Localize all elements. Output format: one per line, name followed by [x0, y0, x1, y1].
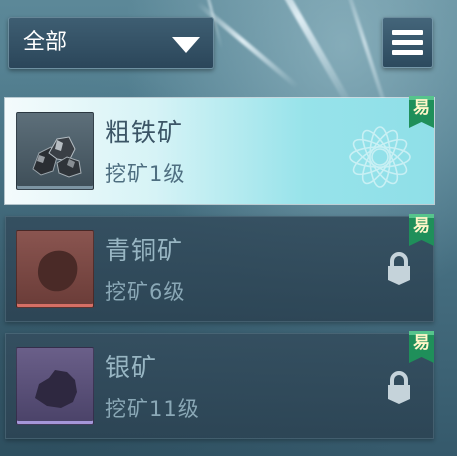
light-streak: [252, 0, 355, 110]
filter-dropdown-label: 全部: [23, 30, 68, 55]
difficulty-badge: 易: [409, 96, 434, 128]
difficulty-badge: 易: [409, 214, 434, 246]
ore-requirement: 挖矿1级: [105, 162, 186, 186]
difficulty-badge-label: 易: [413, 98, 430, 118]
chevron-down-icon: [172, 37, 200, 53]
difficulty-badge: 易: [409, 331, 434, 363]
silver-ore-silhouette-icon: [16, 347, 94, 425]
ore-name: 银矿: [105, 353, 158, 382]
ore-requirement: 挖矿11级: [105, 397, 200, 421]
ore-list-item-bronze[interactable]: 青铜矿 挖矿6级 易: [5, 214, 434, 322]
game-screen: 全部 粗铁矿 挖矿1级 易 青铜矿 挖矿6级 易 银矿 挖矿11级 易: [0, 0, 457, 456]
difficulty-badge-label: 易: [413, 216, 430, 236]
ore-list-item-iron[interactable]: 粗铁矿 挖矿1级 易: [5, 96, 434, 204]
filter-dropdown[interactable]: 全部: [8, 17, 214, 69]
lock-icon: [388, 252, 410, 285]
hamburger-menu-icon: [392, 30, 423, 56]
lock-icon: [388, 371, 410, 404]
ore-list-item-silver[interactable]: 银矿 挖矿11级 易: [5, 331, 434, 439]
difficulty-badge-label: 易: [413, 333, 430, 353]
ore-name: 粗铁矿: [105, 118, 184, 147]
bronze-ore-silhouette-icon: [16, 230, 94, 308]
ore-requirement: 挖矿6级: [105, 280, 186, 304]
menu-button[interactable]: [382, 17, 433, 68]
iron-ore-icon: [16, 112, 94, 190]
ore-name: 青铜矿: [105, 236, 184, 265]
